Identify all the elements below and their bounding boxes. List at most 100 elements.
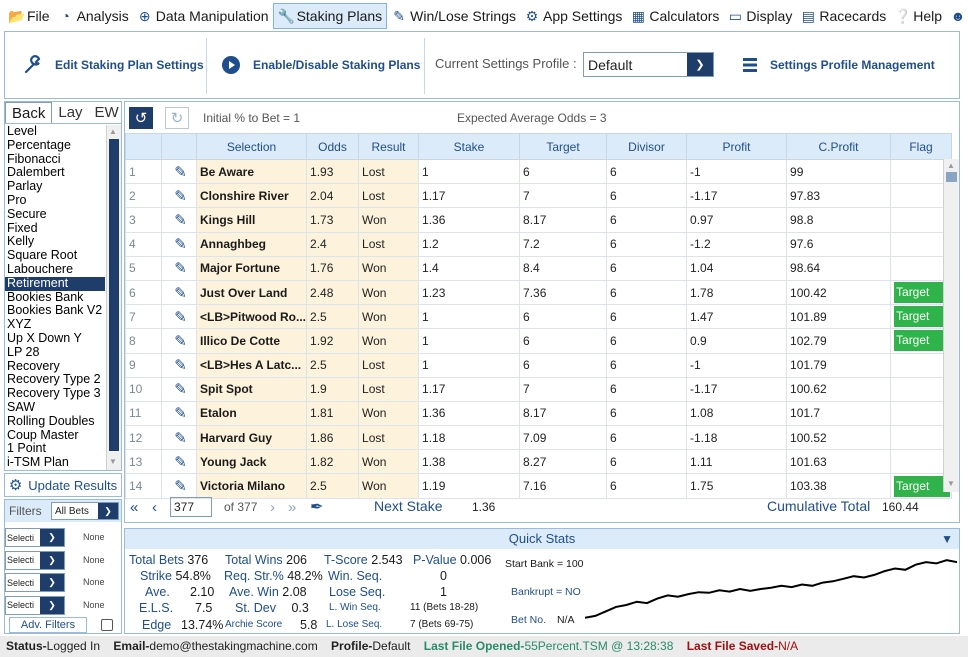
plan-item[interactable]: Parlay [5, 179, 105, 194]
menu-display[interactable]: ▭ Display [723, 3, 796, 29]
plan-item[interactable]: Coup Master [5, 428, 105, 443]
profile-management-button[interactable]: Settings Profile Management [742, 32, 935, 98]
pencil-icon[interactable]: ✎ [174, 381, 187, 398]
pencil-icon[interactable]: ✎ [174, 188, 187, 205]
pencil-icon[interactable]: ✎ [174, 260, 187, 277]
grid-scrollbar[interactable]: ▲ ▼ [943, 159, 959, 492]
menu-app-settings[interactable]: ⚙ App Settings [520, 3, 626, 29]
plan-item[interactable]: Kelly [5, 235, 105, 249]
table-row[interactable]: 13 ✎ Young Jack 1.82 Won 1.38 8.27 6 1.11 101.63 [125, 449, 953, 475]
table-row[interactable]: 12 ✎ Harvard Guy 1.86 Lost 1.18 7.09 6 -1.18 100.… [125, 425, 953, 451]
first-page-icon[interactable]: « [130, 499, 138, 516]
menu-help[interactable]: ❔ Help [890, 3, 946, 29]
table-row[interactable]: 10 ✎ Spit Spot 1.9 Lost 1.17 7 6 -1.17 100.62 [125, 376, 953, 402]
tab-lay[interactable]: Lay [52, 102, 88, 123]
column-header[interactable]: Divisor [606, 133, 688, 160]
menu-file[interactable]: 📂 File [4, 3, 54, 29]
table-row[interactable]: 4 ✎ Annaghbeg 2.4 Lost 1.2 7.2 6 -1.2 97.6 [125, 231, 953, 257]
plan-item[interactable]: Secure [5, 207, 105, 222]
pencil-icon[interactable]: ✎ [174, 478, 187, 495]
menu-racecards[interactable]: ▤ Racecards [796, 3, 890, 29]
column-header[interactable]: Selection [195, 133, 308, 160]
column-header[interactable]: Flag [890, 133, 953, 160]
profile-select[interactable]: Default ❯ [583, 52, 714, 77]
column-header[interactable] [125, 133, 162, 160]
pencil-icon[interactable]: ✎ [174, 454, 187, 471]
table-row[interactable]: 6 ✎ Just Over Land 2.48 Won 1.23 7.36 6 1.78 100.… [125, 279, 953, 306]
table-row[interactable]: 3 ✎ Kings Hill 1.73 Won 1.36 8.17 6 0.97 98.8 [125, 207, 953, 233]
pencil-icon[interactable]: ✎ [174, 236, 187, 253]
next-page-icon[interactable]: › [270, 499, 275, 516]
plan-item[interactable]: Recovery [5, 359, 105, 374]
plan-item[interactable]: Level [5, 125, 105, 139]
plan-item[interactable]: Bookies Bank V2 [5, 304, 105, 318]
plan-item[interactable]: Fixed [5, 221, 105, 236]
plan-item[interactable]: LP 28 [5, 345, 105, 360]
collapse-icon[interactable]: ▼ [941, 529, 953, 549]
redo-button[interactable]: ↻ [165, 107, 189, 129]
pencil-icon[interactable]: ✎ [174, 212, 187, 229]
table-row[interactable]: 5 ✎ Major Fortune 1.76 Won 1.4 8.4 6 1.04 98.64 [125, 255, 953, 281]
pencil-icon[interactable]: ✎ [174, 357, 187, 374]
filter-field-select[interactable]: Selecti ❯ [5, 528, 65, 547]
plan-item[interactable]: Pro [5, 193, 105, 208]
plan-item[interactable]: Recovery Type 3 [5, 386, 105, 401]
scroll-thumb[interactable] [109, 139, 119, 451]
table-row[interactable]: 8 ✎ Illico De Cotte 1.92 Won 1 6 6 0.9 102.79 Targ… [125, 328, 953, 354]
scroll-thumb[interactable] [946, 172, 957, 182]
filter-field-select[interactable]: Selecti ❯ [5, 550, 65, 570]
filters-mode-select[interactable]: All Bets ❯ [51, 502, 119, 520]
plan-item[interactable]: 1 Point [5, 442, 105, 456]
plan-item[interactable]: Dalembert [5, 166, 105, 180]
column-header[interactable]: Profit [686, 133, 788, 160]
table-row[interactable]: 7 ✎ <LB>Pitwood Ro... 2.5 Won 1 6 6 1.47 101.89 Ta… [125, 304, 953, 330]
quick-stats-header[interactable]: Quick Stats ▼ [125, 529, 959, 549]
menu-staking-plans[interactable]: 🔧 Staking Plans [272, 2, 388, 29]
plan-item[interactable]: Recovery Type 2 [5, 373, 105, 387]
table-row[interactable]: 11 ✎ Etalon 1.81 Won 1.36 8.17 6 1.08 101.7 [125, 400, 953, 427]
plan-item[interactable]: Up X Down Y [5, 331, 105, 346]
menu-logout[interactable]: ☻Logout [946, 3, 968, 29]
table-row[interactable]: 9 ✎ <LB>Hes A Latc... 2.5 Lost 1 6 6 -1 101.79 [125, 352, 953, 378]
plan-item[interactable]: Rolling Doubles [5, 414, 105, 429]
table-row[interactable]: 1 ✎ Be Aware 1.93 Lost 1 6 6 -1 99 [125, 158, 953, 185]
column-header[interactable]: Stake [418, 133, 521, 160]
prev-page-icon[interactable]: ‹ [152, 499, 157, 516]
menu-data-manipulation[interactable]: ⊕ Data Manipulation [133, 3, 273, 29]
pencil-icon[interactable]: ✎ [174, 405, 187, 422]
pencil-icon[interactable]: ✎ [174, 285, 187, 302]
plan-item[interactable]: SAW [5, 400, 105, 415]
pencil-icon[interactable]: ✎ [174, 309, 187, 326]
filter-field-select[interactable]: Selecti ❯ [5, 595, 65, 615]
plan-list-scrollbar[interactable]: ▲ ▼ [106, 125, 121, 470]
edit-staking-plan-button[interactable]: Edit Staking Plan Settings [23, 32, 204, 98]
menu-win-lose-strings[interactable]: ✎ Win/Lose Strings [387, 3, 520, 29]
table-row[interactable]: 2 ✎ Clonshire River 2.04 Lost 1.17 7 6 -1.17 97.8… [125, 183, 953, 209]
pencil-icon[interactable]: ✎ [174, 430, 187, 447]
update-results-button[interactable]: ⚙ Update Results [4, 473, 122, 497]
plan-item[interactable]: i-TSM Plan [5, 455, 105, 470]
filter-field-select[interactable]: Selecti ❯ [5, 573, 65, 592]
plan-item[interactable]: Percentage [5, 138, 105, 153]
adv-filters-button[interactable]: Adv. Filters [9, 617, 87, 633]
column-header[interactable]: Target [519, 133, 608, 160]
plan-item[interactable]: Retirement [5, 276, 105, 291]
undo-button[interactable]: ↺ [129, 107, 153, 129]
last-page-icon[interactable]: » [288, 499, 296, 516]
pencil-icon[interactable]: ✎ [174, 164, 187, 181]
tab-back[interactable]: Back [5, 102, 53, 123]
menu-analysis[interactable]: ◔ Analysis [54, 3, 133, 29]
plan-item[interactable]: XYZ [5, 317, 105, 332]
enable-disable-plans-button[interactable]: Enable/Disable Staking Plans [221, 32, 420, 98]
plan-item[interactable]: Fibonacci [5, 152, 105, 167]
tab-ew[interactable]: EW [89, 102, 125, 123]
menu-calculators[interactable]: ▦ Calculators [626, 3, 723, 29]
brush-icon[interactable]: ✒ [310, 497, 323, 517]
column-header[interactable]: Result [358, 133, 420, 160]
column-header[interactable]: C.Profit [786, 133, 892, 160]
plan-item[interactable]: Labouchere [5, 262, 105, 277]
plan-item[interactable]: Square Root [5, 248, 105, 263]
column-header[interactable]: Odds [306, 133, 360, 160]
page-input[interactable]: 377 [170, 497, 212, 517]
column-header[interactable] [161, 133, 197, 160]
